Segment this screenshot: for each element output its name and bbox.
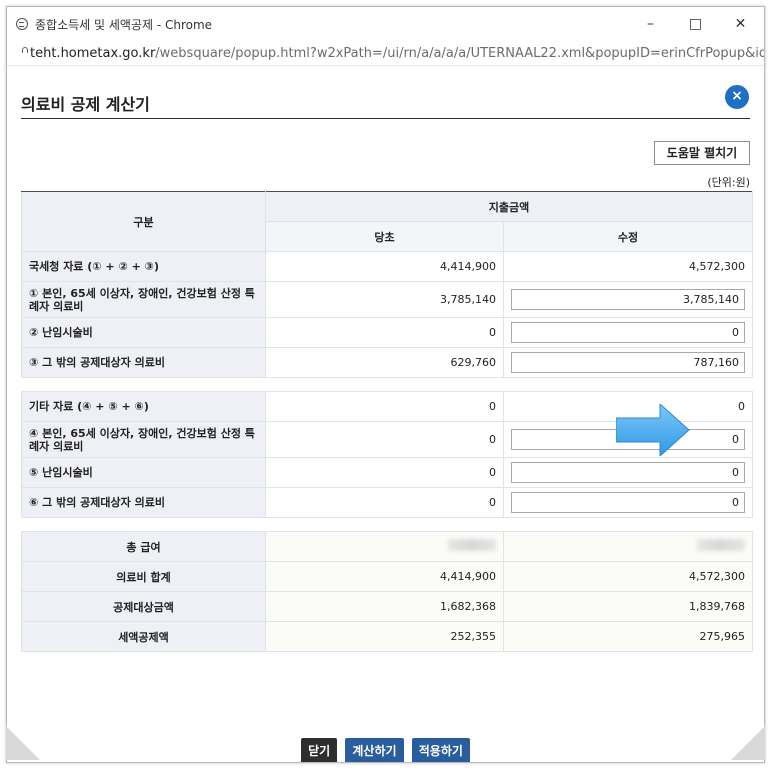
table-row: ② 난임시술비 0 0 — [21, 317, 754, 348]
original-value-blurred — [265, 531, 504, 562]
window-close-button[interactable]: ✕ — [718, 7, 763, 41]
table-row: ⑤ 난임시술비 0 0 — [21, 457, 754, 488]
unit-label: (단위:원) — [707, 176, 750, 189]
title-divider — [21, 118, 750, 119]
medical-deduction-popup: 의료비 공제 계산기 × 도움말 펼치기 (단위:원) 구분 지출금액 당초 수… — [7, 66, 764, 762]
revised-input[interactable]: 787,160 — [511, 352, 746, 373]
highlight-arrow-icon — [616, 404, 690, 456]
row-label: 기타 자료 (④ + ⑤ + ⑥) — [21, 391, 266, 422]
original-value: 0 — [265, 391, 504, 422]
window-title: 종합소득세 및 세액공제 - Chrome — [35, 17, 213, 32]
original-value: 252,355 — [265, 621, 504, 652]
header-expense: 지출금액 — [264, 191, 754, 222]
revised-value: 275,965 — [502, 621, 754, 652]
revised-input[interactable]: 3,785,140 — [511, 289, 746, 310]
row-label: 국세청 자료 (① + ② + ③) — [21, 251, 266, 282]
table-row: 총 급여 — [21, 531, 754, 562]
blurred-value — [697, 539, 746, 551]
browser-window: 종합소득세 및 세액공제 - Chrome – □ ✕ teht.hometax… — [6, 6, 765, 763]
table-row: ① 본인, 65세 이상자, 장애인, 건강보험 산정 특례자 의료비 3,78… — [21, 281, 754, 318]
row-label: ① 본인, 65세 이상자, 장애인, 건강보험 산정 특례자 의료비 — [21, 281, 266, 318]
revised-value-blurred — [502, 531, 754, 562]
url-text[interactable]: teht.hometax.go.kr/websquare/popup.html?… — [30, 46, 764, 61]
row-label: ⑥ 그 밖의 공제대상자 의료비 — [21, 487, 266, 518]
row-label: 총 급여 — [21, 531, 266, 562]
address-bar[interactable]: teht.hometax.go.kr/websquare/popup.html?… — [7, 41, 764, 66]
original-value: 0 — [265, 317, 504, 348]
apply-button[interactable]: 적용하기 — [411, 738, 470, 762]
row-label: 세액공제액 — [21, 621, 266, 652]
corner-decoration-right — [731, 726, 765, 760]
header-category: 구분 — [21, 191, 266, 252]
original-value: 1,682,368 — [265, 591, 504, 622]
action-buttons: 닫기 계산하기 적용하기 — [7, 738, 764, 762]
table-row: 공제대상금액 1,682,368 1,839,768 — [21, 591, 754, 622]
revised-value: 4,572,300 — [502, 561, 754, 592]
maximize-button[interactable]: □ — [673, 7, 718, 41]
revised-input[interactable]: 0 — [511, 492, 746, 513]
table-row: 국세청 자료 (① + ② + ③) 4,414,900 4,572,300 — [21, 251, 754, 282]
help-expand-button[interactable]: 도움말 펼치기 — [654, 141, 750, 165]
popup-title: 의료비 공제 계산기 — [21, 95, 150, 114]
row-label: ③ 그 밖의 공제대상자 의료비 — [21, 347, 266, 378]
row-label: ④ 본인, 65세 이상자, 장애인, 건강보험 산정 특례자 의료비 — [21, 421, 266, 458]
minimize-button[interactable]: – — [628, 7, 673, 41]
original-value: 629,760 — [265, 347, 504, 378]
row-label: 공제대상금액 — [21, 591, 266, 622]
row-label: ⑤ 난임시술비 — [21, 457, 266, 488]
corner-decoration-left — [6, 726, 40, 760]
header-revised: 수정 — [502, 221, 754, 252]
header-original: 당초 — [265, 221, 504, 252]
blurred-value — [448, 539, 496, 551]
revised-value: 1,839,768 — [502, 591, 754, 622]
close-button[interactable]: 닫기 — [301, 738, 338, 762]
original-value: 4,414,900 — [265, 561, 504, 592]
calculate-button[interactable]: 계산하기 — [345, 738, 404, 762]
row-label: ② 난임시술비 — [21, 317, 266, 348]
original-value: 3,785,140 — [265, 281, 504, 318]
table-row: 의료비 합계 4,414,900 4,572,300 — [21, 561, 754, 592]
row-label: 의료비 합계 — [21, 561, 266, 592]
original-value: 4,414,900 — [265, 251, 504, 282]
table-row: ③ 그 밖의 공제대상자 의료비 629,760 787,160 — [21, 347, 754, 378]
original-value: 0 — [265, 421, 504, 458]
table-row: ⑥ 그 밖의 공제대상자 의료비 0 0 — [21, 487, 754, 518]
app-icon — [16, 18, 28, 30]
revised-input[interactable]: 0 — [511, 462, 746, 483]
table-row: 세액공제액 252,355 275,965 — [21, 621, 754, 652]
revised-input[interactable]: 0 — [511, 322, 746, 343]
revised-value: 4,572,300 — [502, 251, 754, 282]
window-titlebar: 종합소득세 및 세액공제 - Chrome – □ ✕ — [7, 7, 764, 41]
original-value: 0 — [265, 457, 504, 488]
original-value: 0 — [265, 487, 504, 518]
popup-close-icon[interactable]: × — [725, 85, 749, 109]
